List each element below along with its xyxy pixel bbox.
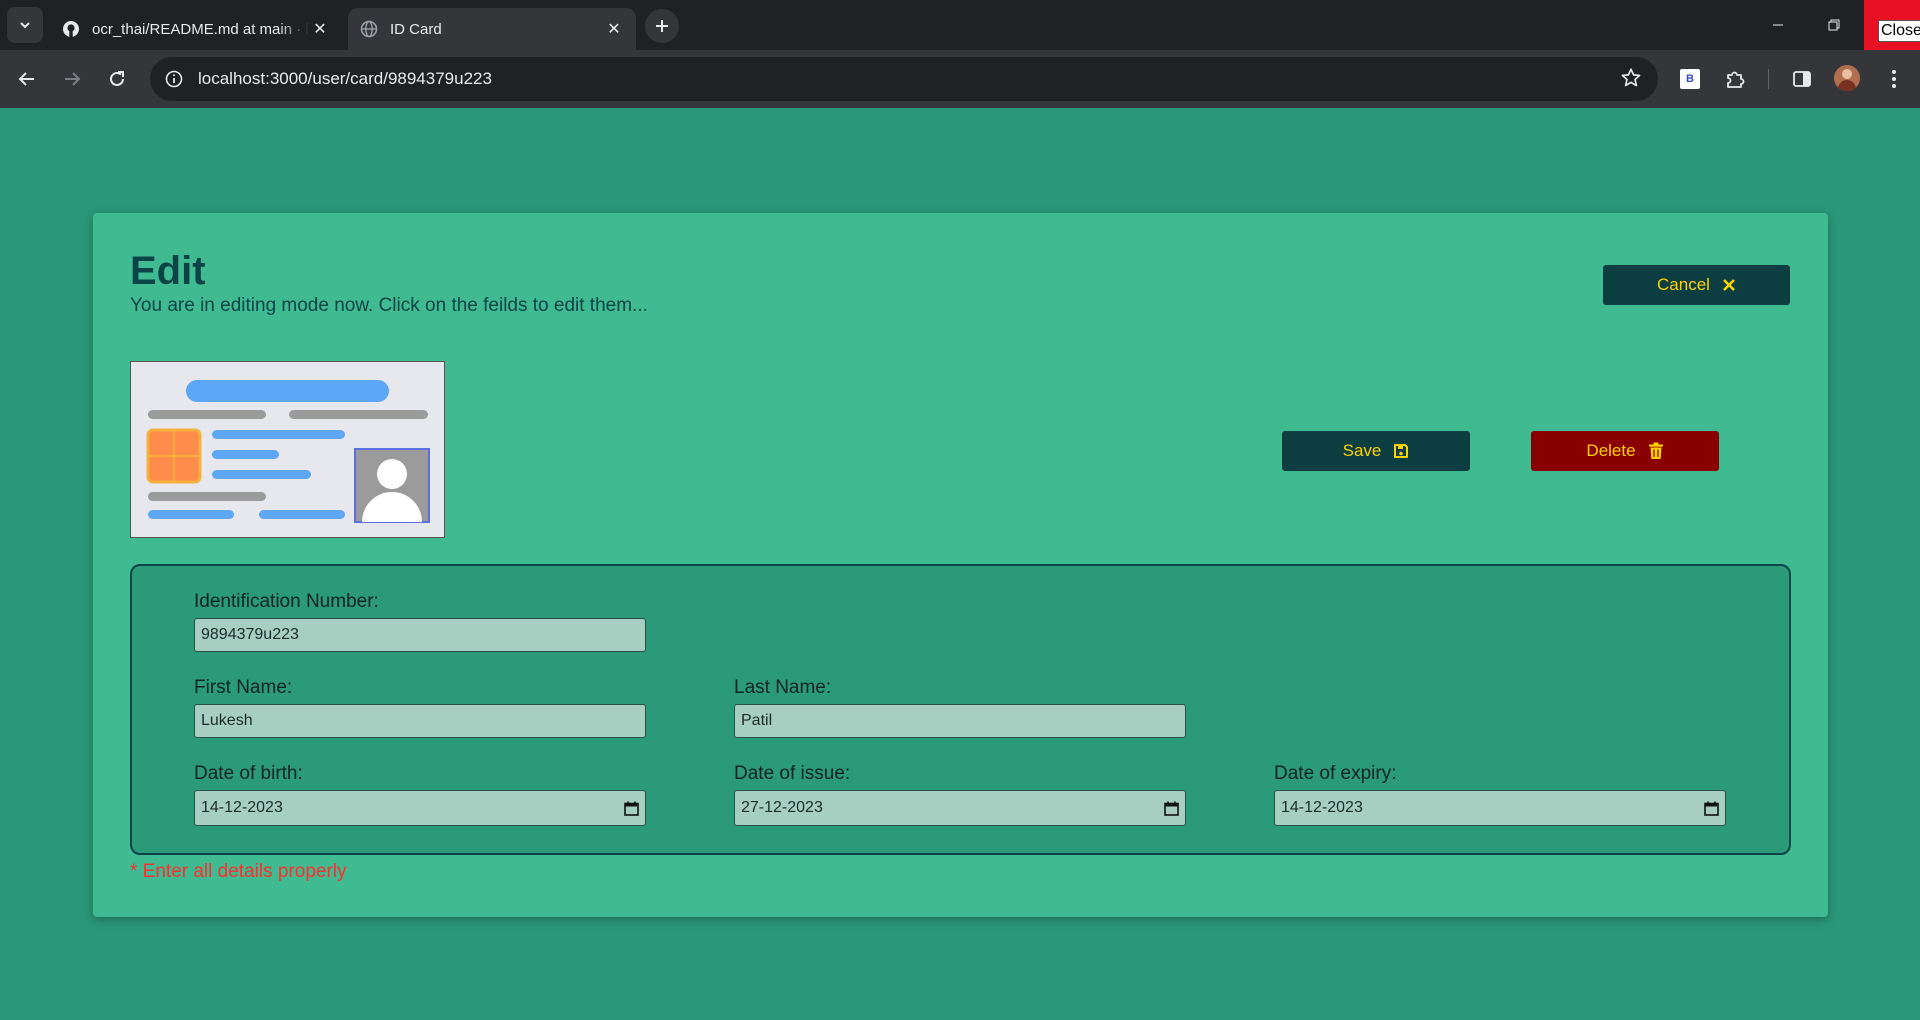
- page-title: Edit: [130, 249, 206, 293]
- delete-button[interactable]: Delete: [1531, 431, 1719, 471]
- github-icon: [63, 21, 79, 37]
- tab-title: ID Card: [390, 20, 442, 38]
- close-tab-icon[interactable]: ✕: [604, 19, 624, 39]
- identification-number-input[interactable]: 9894379u223: [194, 618, 646, 652]
- browser-menu-button[interactable]: [1878, 63, 1910, 95]
- field-identification-number: Identification Number: 9894379u223: [194, 591, 646, 652]
- info-icon: [165, 70, 183, 88]
- date-of-birth-input[interactable]: 14-12-2023: [194, 790, 646, 826]
- tab-title: ocr_thai/README.md at main · l: [92, 20, 309, 38]
- minimize-button[interactable]: [1750, 0, 1806, 50]
- first-name-value: Lukesh: [201, 712, 253, 729]
- address-bar[interactable]: localhost:3000/user/card/9894379u223: [150, 57, 1658, 101]
- last-name-input[interactable]: Patil: [734, 704, 1186, 738]
- edit-card: Edit You are in editing mode now. Click …: [93, 213, 1828, 917]
- globe-icon: [360, 20, 378, 38]
- date-of-expiry-label: Date of expiry:: [1274, 763, 1397, 784]
- first-name-input[interactable]: Lukesh: [194, 704, 646, 738]
- restore-button[interactable]: [1806, 0, 1862, 50]
- new-tab-button[interactable]: [645, 9, 679, 43]
- cancel-label: Cancel: [1657, 275, 1710, 294]
- id-card-illustration: [146, 380, 430, 523]
- save-button[interactable]: Save: [1282, 431, 1470, 471]
- close-icon: [1723, 279, 1735, 291]
- details-form: Identification Number: 9894379u223 First…: [130, 564, 1791, 855]
- toolbar-divider: [1768, 69, 1769, 89]
- date-of-expiry-input[interactable]: 14-12-2023: [1274, 790, 1726, 826]
- cancel-button[interactable]: Cancel: [1603, 265, 1790, 305]
- field-date-of-expiry: Date of expiry: 14-12-2023: [1274, 763, 1726, 826]
- chevron-down-icon: [20, 22, 30, 29]
- extensions-button[interactable]: [1719, 63, 1751, 95]
- tab-github-readme[interactable]: ocr_thai/README.md at main · l ✕: [50, 8, 342, 50]
- side-panel-icon: [1793, 71, 1811, 87]
- date-of-issue-value: 27-12-2023: [741, 799, 823, 816]
- forward-button[interactable]: [55, 62, 89, 96]
- first-name-label: First Name:: [194, 677, 293, 698]
- calendar-icon[interactable]: [1704, 801, 1719, 816]
- browser-toolbar: localhost:3000/user/card/9894379u223 B: [0, 50, 1920, 108]
- extension-b-button[interactable]: B: [1674, 63, 1706, 95]
- tab-id-card[interactable]: ID Card ✕: [348, 8, 636, 50]
- bookmark-button[interactable]: [1620, 67, 1642, 94]
- reload-icon: [110, 71, 124, 86]
- last-name-value: Patil: [741, 712, 773, 729]
- floppy-disk-icon: [1394, 444, 1409, 458]
- close-tooltip: Close: [1878, 20, 1920, 42]
- field-date-of-birth: Date of birth: 14-12-2023: [194, 763, 646, 826]
- url-text: localhost:3000/user/card/9894379u223: [198, 69, 492, 88]
- profile-avatar[interactable]: [1834, 65, 1860, 91]
- id-card-image: [130, 361, 445, 538]
- field-last-name: Last Name: Patil: [734, 677, 1186, 738]
- side-panel-button[interactable]: [1786, 63, 1818, 95]
- delete-label: Delete: [1586, 441, 1636, 460]
- calendar-icon[interactable]: [624, 801, 639, 816]
- calendar-icon[interactable]: [1164, 801, 1179, 816]
- star-icon: [1621, 68, 1641, 87]
- page-subtitle: You are in editing mode now. Click on th…: [130, 295, 648, 316]
- date-of-birth-value: 14-12-2023: [201, 799, 283, 816]
- date-of-expiry-value: 14-12-2023: [1281, 799, 1363, 816]
- field-first-name: First Name: Lukesh: [194, 677, 646, 738]
- minimize-icon: [1773, 24, 1783, 26]
- date-of-birth-label: Date of birth:: [194, 763, 303, 784]
- arrow-right-icon: [65, 72, 81, 86]
- identification-number-value: 9894379u223: [201, 626, 299, 643]
- back-button[interactable]: [10, 62, 44, 96]
- date-of-issue-label: Date of issue:: [734, 763, 851, 784]
- tab-search-button[interactable]: [7, 7, 43, 43]
- plus-icon: [656, 20, 668, 32]
- restore-icon: [1828, 19, 1840, 31]
- site-info-button[interactable]: [152, 57, 196, 101]
- date-of-issue-input[interactable]: 27-12-2023: [734, 790, 1186, 826]
- last-name-label: Last Name:: [734, 677, 832, 698]
- arrow-left-icon: [18, 72, 34, 86]
- trash-icon: [1648, 442, 1663, 459]
- extension-b-icon: B: [1680, 69, 1700, 89]
- more-vertical-icon: [1892, 70, 1896, 88]
- identification-number-label: Identification Number:: [194, 591, 379, 612]
- validation-error: * Enter all details properly: [130, 861, 347, 882]
- save-label: Save: [1342, 441, 1382, 460]
- reload-button[interactable]: [100, 62, 134, 96]
- field-date-of-issue: Date of issue: 27-12-2023: [734, 763, 1186, 826]
- puzzle-icon: [1727, 71, 1745, 88]
- close-tab-icon[interactable]: ✕: [310, 19, 330, 39]
- browser-tab-bar: ocr_thai/README.md at main · l ✕ ID Card…: [0, 0, 1920, 50]
